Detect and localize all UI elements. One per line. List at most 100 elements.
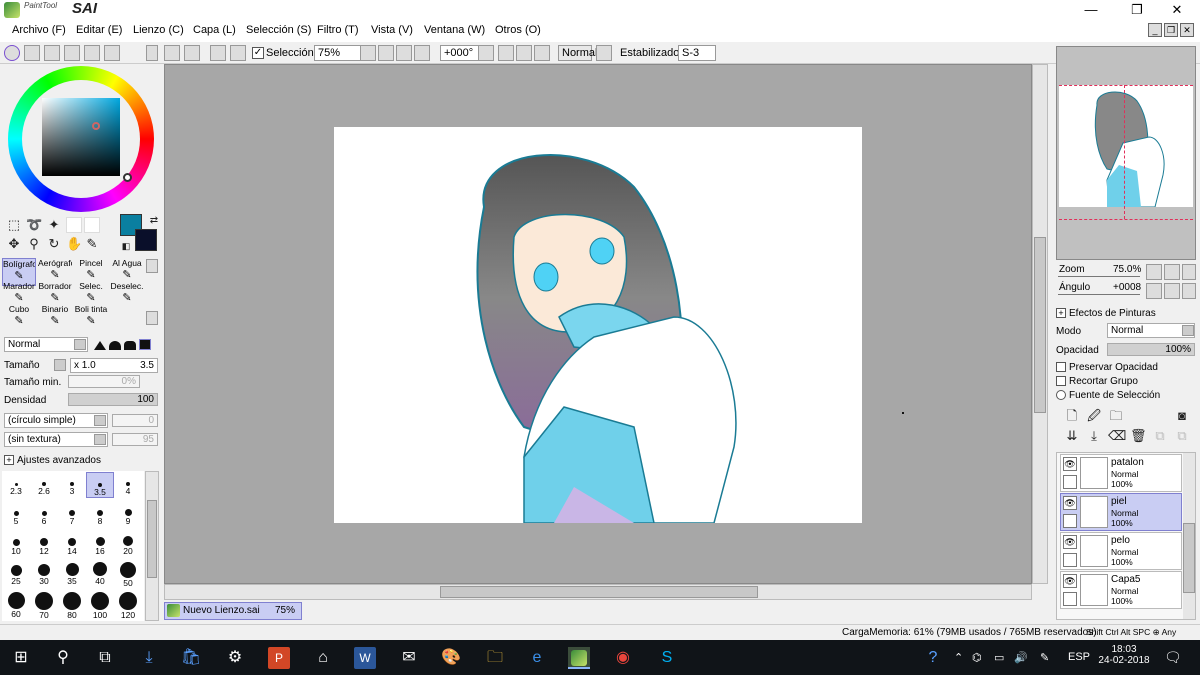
zoom-out-icon[interactable]	[378, 45, 394, 61]
layer-opacity-slider[interactable]: 100%	[1107, 343, 1195, 356]
minimize-button[interactable]: —	[1068, 0, 1114, 20]
powerpoint-icon[interactable]: P	[268, 647, 290, 669]
advanced-settings-label[interactable]: Ajustes avanzados	[17, 455, 101, 466]
brush-size-cell[interactable]: 12	[30, 532, 58, 558]
network-icon[interactable]: ⌬	[972, 651, 982, 664]
menu-ventana[interactable]: Ventana (W)	[424, 24, 485, 36]
canvas-horizontal-scroll-thumb[interactable]	[440, 586, 758, 598]
brush-size-cell[interactable]: 16	[86, 532, 114, 558]
menu-lienzo[interactable]: Lienzo (C)	[133, 24, 184, 36]
flip-horizontal-icon[interactable]	[596, 45, 612, 61]
layer-row[interactable]: 👁 piel Normal 100%	[1060, 493, 1182, 531]
brush-shape-slider[interactable]: 0	[112, 414, 158, 427]
word-icon[interactable]: W	[354, 647, 376, 669]
brush-size-cell[interactable]: 80	[58, 592, 86, 620]
density-slider[interactable]: 100	[68, 393, 158, 406]
brush-10[interactable]: Boli tinta ✎	[74, 304, 108, 332]
mdi-minimize-icon[interactable]: _	[1148, 23, 1162, 37]
nav-rotate-left-icon[interactable]	[1146, 283, 1162, 299]
menu-filtro[interactable]: Filtro (T)	[317, 24, 359, 36]
selection-source-radio[interactable]	[1056, 390, 1066, 400]
menu-vista[interactable]: Vista (V)	[371, 24, 413, 36]
clip-group-checkbox[interactable]	[1056, 376, 1066, 386]
rect-select-icon[interactable]: ⬚	[6, 217, 22, 233]
menu-archivo[interactable]: Archivo (F)	[12, 24, 66, 36]
brush-7[interactable]: Deselec. ✎	[110, 281, 144, 309]
brush-size-cell[interactable]: 20	[114, 532, 142, 558]
layer-row[interactable]: 👁 patalon Normal 100%	[1060, 454, 1182, 492]
redo-icon[interactable]	[184, 45, 200, 61]
lasso-icon[interactable]: ➰	[26, 217, 42, 233]
brush-size-cell[interactable]: 3	[58, 472, 86, 498]
rotate-icon[interactable]: ↻	[46, 236, 62, 252]
chrome-icon[interactable]: ◉	[612, 647, 634, 669]
menu-otros[interactable]: Otros (O)	[495, 24, 541, 36]
effects-label[interactable]: Efectos de Pinturas	[1069, 308, 1156, 319]
layer-mask-icon[interactable]: ◙	[1174, 408, 1190, 424]
brush-size-cell[interactable]: 9	[114, 502, 142, 528]
file-explorer-icon[interactable]: 🗀	[484, 647, 506, 669]
reset-colors-icon[interactable]: ◧	[118, 238, 134, 254]
brush-8[interactable]: Cubo ✎	[2, 304, 36, 332]
brush-size-cell[interactable]: 40	[86, 562, 114, 588]
color-wheel-tab-icon[interactable]	[4, 45, 20, 61]
layer-list-scroll-thumb[interactable]	[1183, 523, 1195, 593]
brush-size-cell[interactable]: 7	[58, 502, 86, 528]
new-linework-layer-icon[interactable]: 🖉	[1086, 408, 1102, 424]
rotate-reset-icon[interactable]	[534, 45, 550, 61]
chevron-up-icon[interactable]: ⌃	[954, 651, 963, 664]
lock-toggle-icon[interactable]	[1063, 475, 1077, 489]
edge-icon[interactable]: e	[526, 647, 548, 669]
preserve-opacity-checkbox[interactable]	[1056, 362, 1066, 372]
canvas-vertical-scroll-thumb[interactable]	[1034, 237, 1046, 413]
store-icon[interactable]: 🛍	[180, 647, 202, 669]
move-icon[interactable]: ✥	[6, 236, 22, 252]
close-button[interactable]: ✕	[1154, 0, 1200, 20]
delete-mask-icon[interactable]: ⧉	[1174, 428, 1190, 444]
brush-mode-dropdown-icon[interactable]	[74, 339, 86, 350]
lock-toggle-icon[interactable]	[1063, 553, 1077, 567]
layer-mode-dropdown-icon[interactable]	[1182, 325, 1194, 336]
nav-zoom-reset-icon[interactable]	[1182, 264, 1196, 280]
visibility-eye-icon[interactable]: 👁	[1063, 535, 1077, 549]
canvas-horizontal-scrollbar[interactable]	[164, 584, 1032, 600]
nav-rotate-reset-icon[interactable]	[1182, 283, 1196, 299]
nav-zoom-in-icon[interactable]	[1164, 264, 1180, 280]
brush-size-scroll-thumb[interactable]	[147, 500, 157, 578]
mdi-close-icon[interactable]: ✕	[1180, 23, 1194, 37]
brush-size-cell[interactable]: 25	[2, 562, 30, 588]
hand-icon[interactable]: ✋	[66, 236, 82, 252]
brush-size-cell[interactable]: 14	[58, 532, 86, 558]
download-app-icon[interactable]: ⤓	[138, 647, 160, 669]
visibility-eye-icon[interactable]: 👁	[1063, 574, 1077, 588]
merge-down-icon[interactable]: ⤓	[1086, 428, 1102, 444]
brush-shape-dropdown-icon[interactable]	[94, 415, 106, 426]
brush-texture-slider[interactable]: 95	[112, 433, 158, 446]
new-layer-icon[interactable]: 🗋	[1064, 408, 1080, 424]
skype-icon[interactable]: S	[656, 647, 678, 669]
menu-seleccion[interactable]: Selección (S)	[246, 24, 311, 36]
clock[interactable]: 18:03 24-02-2018	[1098, 644, 1150, 666]
nav-rotate-right-icon[interactable]	[1164, 283, 1180, 299]
background-color-swatch[interactable]	[135, 229, 157, 251]
hsv-slider-tab-icon[interactable]	[44, 45, 60, 61]
paint-icon[interactable]: 🎨	[440, 647, 462, 669]
brush-size-cell[interactable]: 60	[2, 592, 30, 619]
zoom-dropdown-icon[interactable]	[360, 45, 376, 61]
brush-size-cell[interactable]: 100	[86, 592, 114, 620]
new-folder-icon[interactable]: 🗀	[1108, 408, 1124, 424]
pen-icon[interactable]: ✎	[1040, 651, 1049, 664]
brush-size-cell[interactable]: 2.6	[30, 472, 58, 498]
layer-list-scrollbar[interactable]	[1183, 453, 1195, 619]
brush-size-cell[interactable]: 50	[114, 562, 142, 588]
brush-edge-shapes[interactable]	[94, 338, 156, 352]
apply-mask-icon[interactable]: ⧉	[1152, 428, 1168, 444]
nav-zoom-out-icon[interactable]	[1146, 264, 1162, 280]
zoom-icon[interactable]: ⚲	[26, 236, 42, 252]
invert-selection-icon[interactable]	[230, 45, 246, 61]
document-tab[interactable]: Nuevo Lienzo.sai 75%	[164, 602, 302, 620]
home-icon[interactable]: ⌂	[312, 647, 334, 669]
settings-icon[interactable]: ⚙	[224, 647, 246, 669]
swap-colors-icon[interactable]: ⇄	[146, 213, 162, 229]
brush-size-cell[interactable]: 3.5	[86, 472, 114, 498]
